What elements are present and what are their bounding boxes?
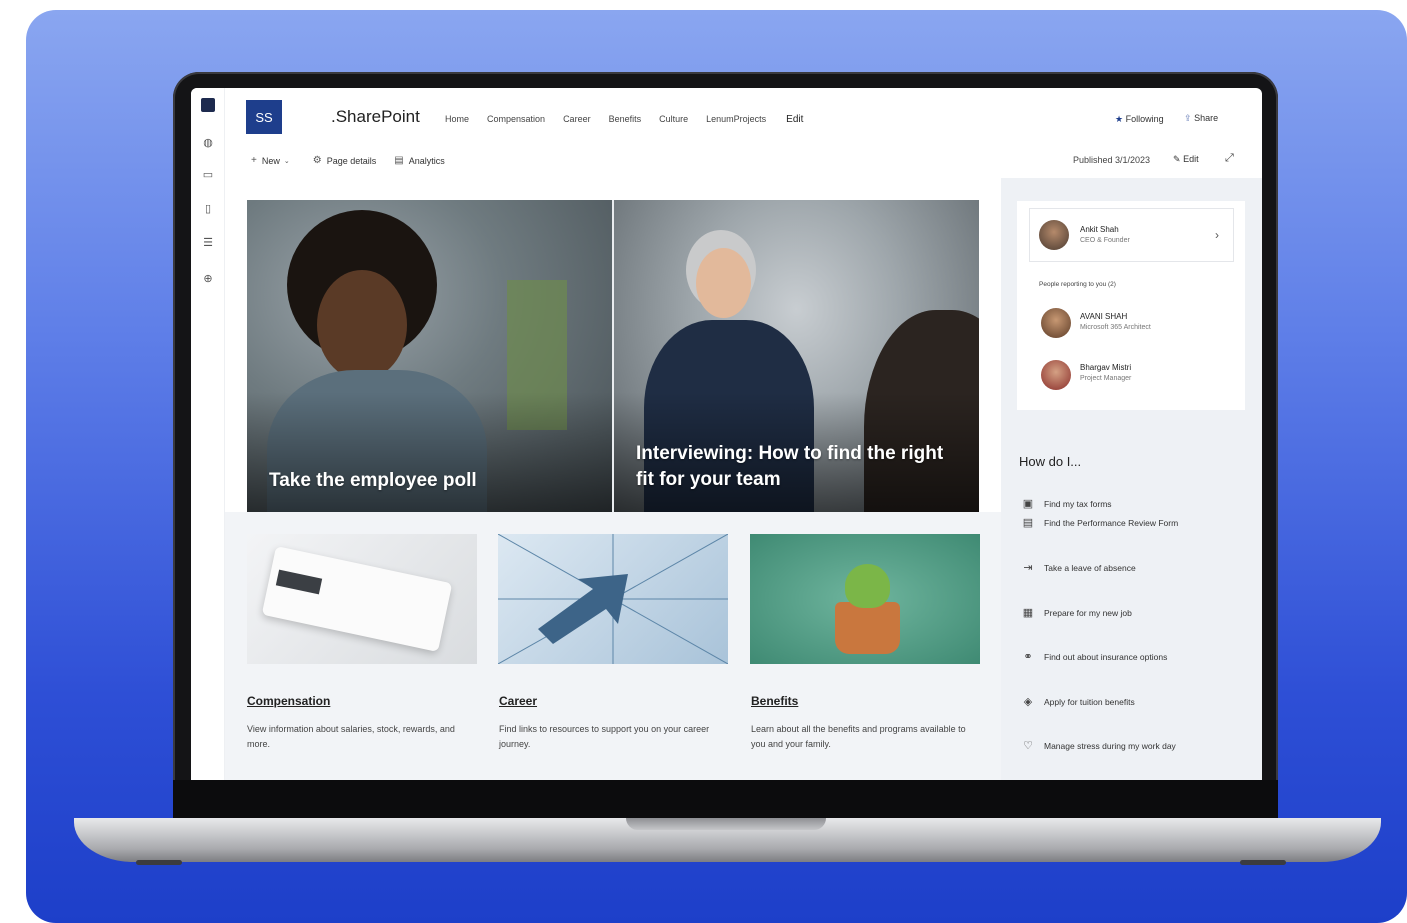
edit-page-label: Edit (1183, 154, 1199, 164)
nav-lenumprojects[interactable]: LenumProjects (706, 114, 766, 125)
report-name[interactable]: Bhargav Mistri (1080, 363, 1131, 372)
career-image[interactable] (498, 534, 728, 664)
compensation-description: View information about salaries, stock, … (247, 724, 455, 749)
how-do-i-label: Find the Performance Review Form (1044, 517, 1179, 528)
report-name[interactable]: AVANI SHAH (1080, 312, 1127, 321)
manager-name: Ankit Shah (1080, 225, 1119, 234)
list-icon[interactable]: ☰ (200, 234, 216, 250)
laptop-bezel (173, 780, 1278, 820)
hero-title: Interviewing: How to find the right fit … (636, 443, 944, 490)
tax-forms-icon: ▣ (1022, 498, 1034, 510)
plus-icon: + (251, 155, 257, 166)
app-launcher-icon[interactable] (201, 98, 215, 112)
how-do-i-link[interactable]: ⇥ Take a leave of absence (1019, 561, 1136, 574)
building-icon: ▦ (1022, 607, 1034, 619)
compensation-link[interactable]: Compensation (247, 694, 330, 708)
edit-page-button[interactable]: ✎ Edit (1173, 154, 1199, 165)
how-do-i-label: Take a leave of absence (1044, 562, 1136, 573)
how-do-i-link[interactable]: ▦ Prepare for my new job (1019, 606, 1132, 619)
laptop-notch (626, 818, 826, 830)
plant-pot (835, 602, 900, 654)
nav-career[interactable]: Career (563, 114, 591, 125)
avatar (1039, 220, 1069, 250)
career-link[interactable]: Career (499, 694, 537, 708)
leave-icon: ⇥ (1023, 562, 1033, 574)
nav-edit-link[interactable]: Edit (786, 114, 803, 125)
app-rail: ◍ ▭ ▯ ☰ ⊕ (191, 88, 225, 780)
how-do-i-heading: How do I... (1019, 454, 1082, 469)
how-do-i-label: Prepare for my new job (1044, 607, 1132, 618)
star-icon: ★ (1115, 114, 1124, 124)
gear-icon: ⚙ (312, 155, 322, 166)
chevron-right-icon[interactable]: › (1215, 228, 1219, 242)
reporting-label: People reporting to you (2) (1039, 281, 1116, 288)
sharepoint-screen: ◍ ▭ ▯ ☰ ⊕ SS .SharePoint Home Compensati… (191, 88, 1262, 780)
benefits-description: Learn about all the benefits and program… (751, 724, 966, 749)
manager-role: CEO & Founder (1080, 237, 1130, 244)
how-do-i-link[interactable]: ▣ Find my tax forms (1019, 497, 1112, 510)
heart-plant (845, 564, 890, 608)
expand-icon[interactable]: ⤢ (1225, 152, 1234, 165)
nav-culture[interactable]: Culture (659, 114, 688, 125)
site-name[interactable]: .SharePoint (331, 107, 420, 127)
chevron-down-icon: ⌄ (283, 157, 290, 165)
nav-benefits[interactable]: Benefits (609, 114, 642, 125)
following-button[interactable]: ★ Following (1115, 114, 1164, 125)
career-description: Find links to resources to support you o… (499, 724, 710, 749)
hero-tile-interviewing[interactable]: Interviewing: How to find the right fit … (614, 200, 979, 512)
avatar[interactable] (1041, 360, 1071, 390)
nav-home[interactable]: Home (445, 114, 469, 125)
graduation-cap-icon: ◈ (1023, 696, 1033, 708)
analytics-icon: ▤ (394, 155, 404, 166)
benefits-image[interactable] (750, 534, 980, 664)
analytics-button[interactable]: ▤ Analytics (394, 155, 444, 166)
hero-shade (247, 392, 612, 512)
compensation-image[interactable] (247, 534, 477, 664)
new-label: New (261, 155, 280, 166)
how-do-i-link[interactable]: ♡ Manage stress during my work day (1019, 739, 1176, 752)
laptop-foot-right (1240, 860, 1286, 865)
published-status: Published 3/1/2023 (1073, 155, 1151, 165)
add-icon[interactable]: ⊕ (200, 270, 216, 286)
hero-title: Take the employee poll (269, 470, 477, 491)
how-do-i-label: Find my tax forms (1044, 498, 1112, 509)
share-icon: ⇪ (1184, 113, 1192, 123)
page-details-label: Page details (326, 155, 377, 166)
how-do-i-label: Apply for tuition benefits (1044, 696, 1135, 707)
clipboard-icon: ▤ (1022, 517, 1034, 529)
analytics-label: Analytics (408, 155, 445, 166)
benefits-link[interactable]: Benefits (751, 694, 798, 708)
report-role: Microsoft 365 Architect (1080, 324, 1151, 331)
hero-person-face (696, 248, 751, 318)
top-navigation: Home Compensation Career Benefits Cultur… (445, 114, 821, 125)
how-do-i-link[interactable]: ◈ Apply for tuition benefits (1019, 695, 1135, 708)
nav-compensation[interactable]: Compensation (487, 114, 545, 125)
career-arrow-graphic (498, 534, 728, 664)
new-button[interactable]: + New ⌄ (251, 155, 295, 166)
share-button[interactable]: ⇪ Share (1184, 113, 1218, 124)
news-icon[interactable]: ▭ (200, 166, 216, 182)
page-details-button[interactable]: ⚙ Page details (313, 155, 377, 166)
how-do-i-link[interactable]: ▤ Find the Performance Review Form (1019, 516, 1178, 529)
globe-icon[interactable]: ◍ (200, 134, 216, 150)
link-icon: ⚭ (1023, 651, 1033, 663)
command-bar: + New ⌄ ⚙ Page details ▤ Analytics (251, 155, 463, 166)
hero-tile-poll[interactable]: Take the employee poll (247, 200, 612, 512)
heart-pulse-icon: ♡ (1023, 740, 1033, 752)
how-do-i-label: Find out about insurance options (1044, 651, 1168, 662)
share-label: Share (1194, 113, 1219, 123)
laptop-foot-left (136, 860, 182, 865)
following-label: Following (1125, 114, 1164, 124)
hero-person-face (317, 270, 407, 380)
how-do-i-link[interactable]: ⚭ Find out about insurance options (1019, 650, 1167, 663)
site-logo[interactable]: SS (246, 100, 282, 134)
avatar[interactable] (1041, 308, 1071, 338)
how-do-i-label: Manage stress during my work day (1044, 740, 1176, 751)
report-role: Project Manager (1080, 375, 1132, 382)
document-icon[interactable]: ▯ (200, 200, 216, 216)
pencil-icon: ✎ (1173, 154, 1181, 164)
calculator-shape (261, 546, 453, 652)
